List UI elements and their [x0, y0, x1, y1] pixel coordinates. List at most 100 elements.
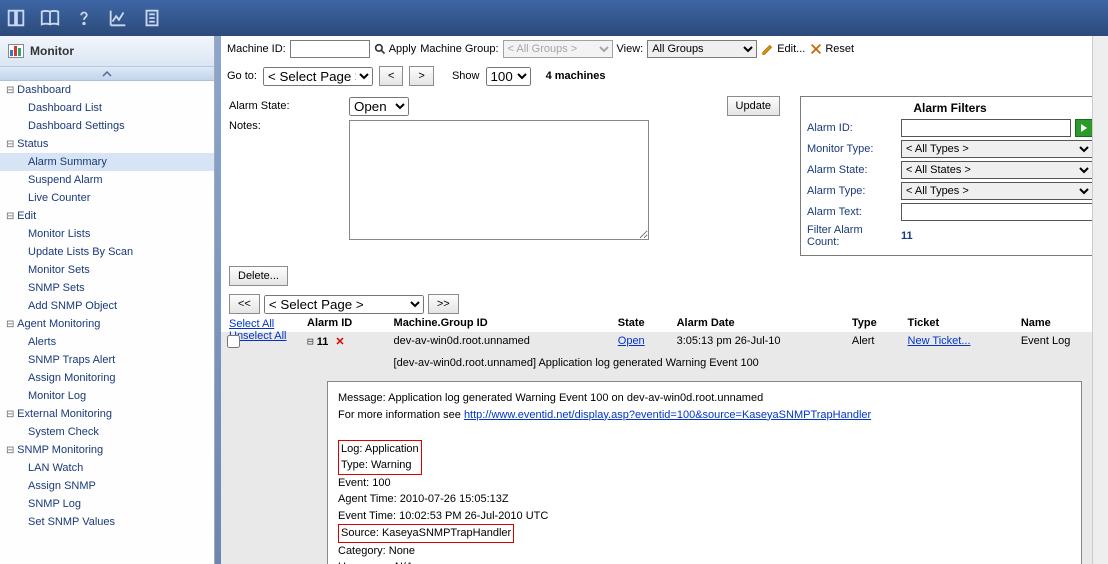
- nav-item[interactable]: Set SNMP Values: [0, 513, 214, 531]
- filter-bar: Machine ID: Apply Machine Group: < All G…: [221, 36, 1108, 62]
- module-header: Monitor: [0, 36, 214, 67]
- eventid-link[interactable]: http://www.eventid.net/display.asp?event…: [464, 409, 871, 421]
- nav-item[interactable]: SNMP Sets: [0, 279, 214, 297]
- state-link[interactable]: Open: [618, 335, 645, 347]
- goto-select[interactable]: < Select Page >: [263, 67, 373, 86]
- top-toolbar: [0, 0, 1108, 36]
- msg-event: Event: 100: [338, 477, 391, 489]
- column-header: Alarm ID: [301, 314, 388, 332]
- nav-item[interactable]: Live Counter: [0, 189, 214, 207]
- sidebar-collapse[interactable]: [0, 67, 214, 81]
- scrollbar[interactable]: [1092, 36, 1108, 564]
- nav-item[interactable]: System Check: [0, 423, 214, 441]
- msg-category: Category: None: [338, 545, 415, 557]
- chart-icon[interactable]: [106, 6, 130, 30]
- next-page-button[interactable]: >: [409, 66, 433, 86]
- nav-item[interactable]: Add SNMP Object: [0, 297, 214, 315]
- nav-group[interactable]: Agent Monitoring: [0, 315, 214, 333]
- nav-item[interactable]: Update Lists By Scan: [0, 243, 214, 261]
- module-title: Monitor: [30, 44, 74, 58]
- filter-alarm-id-input[interactable]: [901, 119, 1071, 137]
- notes-panel: Alarm State: Open Update Notes:: [229, 96, 780, 240]
- open-book-icon[interactable]: [38, 6, 62, 30]
- date-cell: 3:05:13 pm 26-Jul-10: [671, 332, 846, 354]
- show-select[interactable]: 100: [486, 67, 531, 86]
- msg-label: Message:: [338, 392, 386, 404]
- notes-label: Notes:: [229, 120, 339, 240]
- nav-item[interactable]: Dashboard Settings: [0, 117, 214, 135]
- nav-item[interactable]: LAN Watch: [0, 459, 214, 477]
- msg-log: Log: ApplicationType: Warning: [338, 440, 422, 475]
- msg-agent-time: Agent Time: 2010-07-26 15:05:13Z: [338, 493, 509, 505]
- content-area: Machine ID: Apply Machine Group: < All G…: [221, 36, 1108, 564]
- column-header: State: [612, 314, 671, 332]
- nav-item[interactable]: Monitor Lists: [0, 225, 214, 243]
- filter-alarm-text-input[interactable]: [901, 203, 1093, 221]
- alarm-filters-panel: Alarm Filters Alarm ID: Monitor Type:< A…: [800, 96, 1100, 256]
- machine-group-select[interactable]: < All Groups >: [503, 40, 613, 58]
- column-header: Alarm Date: [671, 314, 846, 332]
- page-select[interactable]: < Select Page >: [264, 295, 424, 314]
- table-subrow: [dev-av-win0d.root.unnamed] Application …: [221, 354, 1108, 372]
- nav-item[interactable]: Monitor Sets: [0, 261, 214, 279]
- filter-monitor-type-label: Monitor Type:: [807, 143, 897, 155]
- nav-item[interactable]: Assign Monitoring: [0, 369, 214, 387]
- nav-group[interactable]: Edit: [0, 207, 214, 225]
- machine-id-label: Machine ID:: [227, 43, 286, 55]
- help-icon[interactable]: [72, 6, 96, 30]
- edit-button[interactable]: Edit...: [761, 42, 805, 56]
- nav-item[interactable]: Suspend Alarm: [0, 171, 214, 189]
- ticket-link[interactable]: New Ticket...: [908, 335, 971, 347]
- alarm-id: 11: [317, 336, 329, 348]
- monitor-module-icon: [8, 44, 24, 58]
- message-box: Message: Application log generated Warni…: [327, 381, 1082, 564]
- filters-title: Alarm Filters: [807, 101, 1093, 115]
- type-cell: Alert: [846, 332, 902, 354]
- filter-count-label: Filter Alarm Count:: [807, 224, 897, 248]
- machine-cell: dev-av-win0d.root.unnamed: [388, 332, 612, 354]
- apply-button[interactable]: Apply: [374, 43, 417, 56]
- clipboard-icon[interactable]: [140, 6, 164, 30]
- view-select[interactable]: All Groups: [647, 40, 757, 58]
- goto-label: Go to:: [227, 70, 257, 82]
- filter-alarm-state-label: Alarm State:: [807, 164, 897, 176]
- msg-event-time: Event Time: 10:02:53 PM 26-Jul-2010 UTC: [338, 510, 548, 522]
- update-button[interactable]: Update: [727, 96, 780, 116]
- show-label: Show: [452, 70, 480, 82]
- machine-id-input[interactable]: [290, 40, 370, 58]
- nav-item[interactable]: SNMP Traps Alert: [0, 351, 214, 369]
- column-header: Type: [846, 314, 902, 332]
- nav-item[interactable]: SNMP Log: [0, 495, 214, 513]
- expand-icon[interactable]: ⊟: [307, 335, 314, 348]
- filter-alarm-state-select[interactable]: < All States >: [901, 161, 1093, 179]
- filter-monitor-type-select[interactable]: < All Types >: [901, 140, 1093, 158]
- prev-page-button[interactable]: <: [379, 66, 403, 86]
- filter-alarm-type-select[interactable]: < All Types >: [901, 182, 1093, 200]
- alarm-state-select[interactable]: Open: [349, 97, 409, 116]
- machine-count: 4 machines: [546, 70, 606, 82]
- delete-button[interactable]: Delete...: [229, 266, 288, 286]
- row-checkbox[interactable]: [227, 335, 240, 348]
- msg-source: Source: KaseyaSNMPTrapHandler: [338, 524, 514, 543]
- close-icon[interactable]: ✕: [335, 336, 344, 348]
- book-icon[interactable]: [4, 6, 28, 30]
- table-row: ⊟ 11 ✕ dev-av-win0d.root.unnamed Open 3:05:…: [221, 332, 1108, 354]
- sidebar: Monitor DashboardDashboard ListDashboard…: [0, 36, 215, 564]
- nav-item[interactable]: Assign SNMP: [0, 477, 214, 495]
- nav-item[interactable]: Monitor Log: [0, 387, 214, 405]
- select-all-link[interactable]: Select All: [229, 318, 274, 330]
- nav-group[interactable]: Status: [0, 135, 214, 153]
- nav-group[interactable]: External Monitoring: [0, 405, 214, 423]
- filter-go-button[interactable]: [1075, 119, 1093, 137]
- filter-alarm-type-label: Alarm Type:: [807, 185, 897, 197]
- page-prev-button[interactable]: <<: [229, 294, 260, 314]
- nav-item[interactable]: Dashboard List: [0, 99, 214, 117]
- reset-button[interactable]: Reset: [809, 42, 854, 56]
- nav-item[interactable]: Alarm Summary: [0, 153, 214, 171]
- notes-textarea[interactable]: [349, 120, 649, 240]
- nav-group[interactable]: Dashboard: [0, 81, 214, 99]
- expanded-row: Message: Application log generated Warni…: [221, 372, 1108, 564]
- nav-item[interactable]: Alerts: [0, 333, 214, 351]
- nav-group[interactable]: SNMP Monitoring: [0, 441, 214, 459]
- page-next-button[interactable]: >>: [428, 294, 459, 314]
